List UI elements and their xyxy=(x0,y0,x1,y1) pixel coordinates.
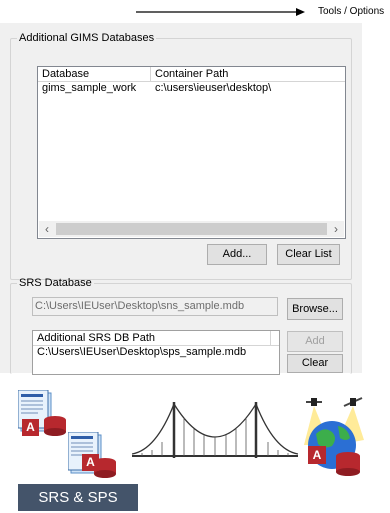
scroll-left-icon[interactable]: ‹ xyxy=(39,221,55,237)
list-header: Database Container Path xyxy=(38,67,345,82)
table-row[interactable]: gims_sample_work c:\users\ieuser\desktop… xyxy=(38,82,345,95)
clear-srs-button[interactable]: Clear xyxy=(287,354,343,373)
scrollbar-thumb[interactable] xyxy=(56,223,327,235)
column-header-additional-srs[interactable]: Additional SRS DB Path xyxy=(33,331,271,345)
options-panel: Additional GIMS Databases Database Conta… xyxy=(0,23,362,375)
suspension-bridge-icon xyxy=(132,402,298,458)
add-gims-button[interactable]: Add... xyxy=(207,244,267,265)
annotation-arrow-icon xyxy=(136,8,305,16)
gims-databases-list[interactable]: Database Container Path gims_sample_work… xyxy=(37,66,346,239)
database-cell: gims_sample_work xyxy=(42,82,137,94)
clear-list-button[interactable]: Clear List xyxy=(277,244,340,265)
srs-path-field[interactable]: C:\Users\IEUser\Desktop\sns_sample.mdb xyxy=(32,297,278,316)
add-srs-button: Add xyxy=(287,331,343,352)
scroll-right-icon[interactable]: › xyxy=(328,221,344,237)
srs-group-legend: SRS Database xyxy=(19,277,92,289)
column-header-database[interactable]: Database xyxy=(38,67,151,81)
access-badge-icon: A xyxy=(82,454,99,471)
access-badge-icon: A xyxy=(22,419,39,436)
globe-satellite-icon xyxy=(304,397,364,476)
srs-sps-caption: SRS & SPS xyxy=(18,484,138,511)
browse-button[interactable]: Browse... xyxy=(287,298,343,320)
horizontal-scrollbar[interactable]: ‹ › xyxy=(39,221,344,237)
column-header-container-path[interactable]: Container Path xyxy=(151,67,345,81)
additional-srs-header: Additional SRS DB Path xyxy=(33,331,279,346)
additional-srs-list[interactable]: Additional SRS DB Path C:\Users\IEUser\D… xyxy=(32,330,280,375)
gims-group-legend: Additional GIMS Databases xyxy=(19,32,155,44)
container-path-cell: c:\users\ieuser\desktop\ xyxy=(155,82,272,94)
access-badge-icon: A xyxy=(308,446,326,464)
list-item[interactable]: C:\Users\IEUser\Desktop\sps_sample.mdb xyxy=(33,346,246,359)
tools-options-label: Tools / Options xyxy=(318,6,385,17)
